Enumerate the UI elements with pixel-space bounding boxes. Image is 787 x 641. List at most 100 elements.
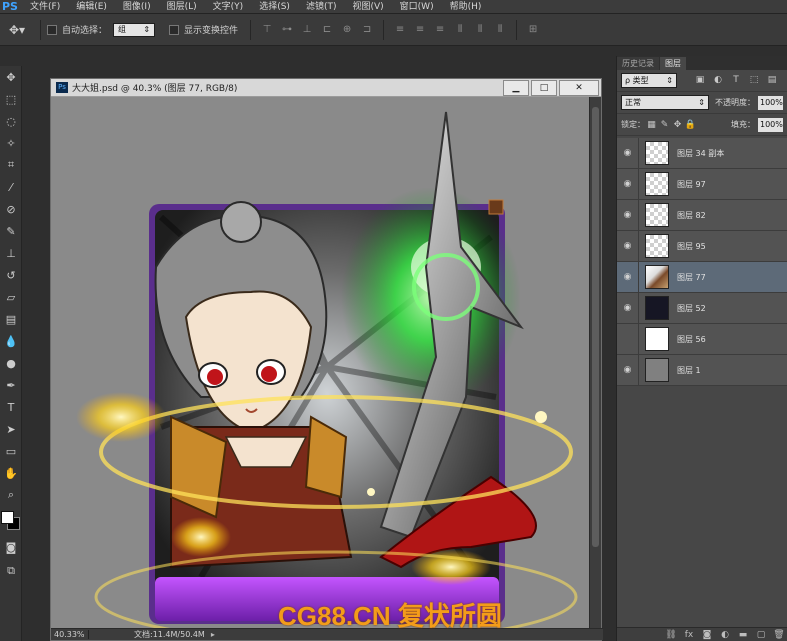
distribute-left-icon[interactable]: ⦀ <box>453 23 467 37</box>
new-group-icon[interactable]: ▬ <box>734 630 752 640</box>
visibility-eye-icon[interactable]: ◉ <box>617 148 638 158</box>
move-tool-preset-icon[interactable]: ✥▾ <box>0 20 34 40</box>
menu-layer[interactable]: 图层(L) <box>159 0 205 14</box>
visibility-eye-icon[interactable]: ◉ <box>617 334 638 344</box>
menu-image[interactable]: 图像(I) <box>115 0 159 14</box>
filter-pixel-icon[interactable]: ▣ <box>693 75 707 87</box>
visibility-eye-icon[interactable]: ◉ <box>617 241 638 251</box>
marquee-tool-icon[interactable]: ⬚ <box>0 88 22 110</box>
zoom-level[interactable]: 40.33% <box>51 630 89 639</box>
layer-row[interactable]: ◉ 图层 97 <box>617 168 787 200</box>
zoom-tool-icon[interactable]: ⌕ <box>0 484 22 506</box>
status-menu-arrow-icon[interactable]: ▸ <box>205 630 215 639</box>
distribute-top-icon[interactable]: ≡ <box>393 23 407 37</box>
document-title-bar[interactable]: Ps 大大姐.psd @ 40.3% (图层 77, RGB/8) ▁ □ ✕ <box>51 79 601 97</box>
screen-mode-icon[interactable]: ⧉ <box>0 560 22 582</box>
vertical-scrollbar[interactable] <box>589 97 601 630</box>
align-vcenter-icon[interactable]: ⊶ <box>280 23 294 37</box>
layer-filter-dropdown[interactable]: ρ 类型 ⇕ <box>621 73 677 88</box>
ps-file-icon: Ps <box>56 82 68 93</box>
visibility-eye-icon[interactable]: ◉ <box>617 210 638 220</box>
hand-tool-icon[interactable]: ✋ <box>0 462 22 484</box>
delete-layer-icon[interactable]: 🗑 <box>770 630 787 640</box>
menu-select[interactable]: 选择(S) <box>251 0 298 14</box>
layer-row[interactable]: ◉ 图层 52 <box>617 292 787 324</box>
layer-style-icon[interactable]: fx <box>680 630 698 640</box>
layer-row[interactable]: ◉ 图层 34 副本 <box>617 137 787 169</box>
align-left-icon[interactable]: ⊏ <box>320 23 334 37</box>
opacity-input[interactable]: 100% <box>758 95 783 110</box>
auto-select-dropdown[interactable]: 组 ⇕ <box>113 22 156 37</box>
history-brush-tool-icon[interactable]: ↺ <box>0 264 22 286</box>
visibility-eye-icon[interactable]: ◉ <box>617 179 638 189</box>
menu-edit[interactable]: 编辑(E) <box>68 0 115 14</box>
path-selection-tool-icon[interactable]: ➤ <box>0 418 22 440</box>
auto-select-checkbox[interactable] <box>47 24 57 35</box>
distribute-vcenter-icon[interactable]: ≡ <box>413 23 427 37</box>
distribute-right-icon[interactable]: ⦀ <box>493 23 507 37</box>
lasso-tool-icon[interactable]: ◌ <box>0 110 22 132</box>
layer-row[interactable]: ◉ 图层 56 <box>617 323 787 355</box>
lock-pixels-icon[interactable]: ✎ <box>658 120 671 130</box>
maximize-button[interactable]: □ <box>531 79 557 96</box>
menu-file[interactable]: 文件(F) <box>22 0 68 14</box>
gradient-tool-icon[interactable]: ▤ <box>0 308 22 330</box>
link-layers-icon[interactable]: ⛓ <box>662 630 680 640</box>
tab-layers[interactable]: 图层 <box>660 57 686 70</box>
filter-shape-icon[interactable]: ⬚ <box>747 75 761 87</box>
menu-type[interactable]: 文字(Y) <box>205 0 252 14</box>
fill-input[interactable]: 100% <box>758 117 783 132</box>
show-transform-checkbox[interactable] <box>169 24 180 35</box>
dodge-tool-icon[interactable]: ● <box>0 352 22 374</box>
visibility-eye-icon[interactable]: ◉ <box>617 365 638 375</box>
add-mask-icon[interactable]: ◙ <box>698 630 716 640</box>
show-transform-label: 显示变换控件 <box>184 26 239 36</box>
brush-tool-icon[interactable]: ✎ <box>0 220 22 242</box>
close-button[interactable]: ✕ <box>559 79 599 96</box>
foreground-color-swatch[interactable] <box>1 511 14 524</box>
filter-adjustment-icon[interactable]: ◐ <box>711 75 725 87</box>
type-tool-icon[interactable]: T <box>0 396 22 418</box>
menu-filter[interactable]: 滤镜(T) <box>298 0 345 14</box>
blur-tool-icon[interactable]: 💧 <box>0 330 22 352</box>
pen-tool-icon[interactable]: ✒ <box>0 374 22 396</box>
auto-align-icon[interactable]: ⊞ <box>526 23 540 37</box>
layer-row-selected[interactable]: ◉ 图层 77 <box>617 261 787 293</box>
canvas[interactable] <box>51 97 589 630</box>
layer-row[interactable]: ◉ 图层 95 <box>617 230 787 262</box>
eyedropper-tool-icon[interactable]: ⁄ <box>0 176 22 198</box>
new-layer-icon[interactable]: ▢ <box>752 630 770 640</box>
distribute-bottom-icon[interactable]: ≡ <box>433 23 447 37</box>
layer-row[interactable]: ◉ 图层 82 <box>617 199 787 231</box>
filter-type-icon[interactable]: T <box>729 75 743 87</box>
blend-mode-dropdown[interactable]: 正常 ⇕ <box>621 95 709 110</box>
healing-brush-tool-icon[interactable]: ⊘ <box>0 198 22 220</box>
crop-tool-icon[interactable]: ⌗ <box>0 154 22 176</box>
layer-thumbnail <box>645 358 669 382</box>
layer-row[interactable]: ◉ 图层 1 <box>617 354 787 386</box>
align-bottom-icon[interactable]: ⊥ <box>300 23 314 37</box>
menu-help[interactable]: 帮助(H) <box>442 0 490 14</box>
align-hcenter-icon[interactable]: ⊕ <box>340 23 354 37</box>
lock-position-icon[interactable]: ✥ <box>671 120 684 130</box>
filter-smart-object-icon[interactable]: ▤ <box>765 75 779 87</box>
adjustment-layer-icon[interactable]: ◐ <box>716 630 734 640</box>
align-right-icon[interactable]: ⊐ <box>360 23 374 37</box>
magic-wand-tool-icon[interactable]: ✧ <box>0 132 22 154</box>
move-tool-icon[interactable]: ✥ <box>0 66 22 88</box>
align-top-icon[interactable]: ⊤ <box>260 23 274 37</box>
clone-stamp-tool-icon[interactable]: ⊥ <box>0 242 22 264</box>
visibility-eye-icon[interactable]: ◉ <box>617 272 638 282</box>
minimize-button[interactable]: ▁ <box>503 79 529 96</box>
eraser-tool-icon[interactable]: ▱ <box>0 286 22 308</box>
menu-window[interactable]: 窗口(W) <box>392 0 442 14</box>
lock-transparent-icon[interactable]: ▦ <box>645 120 658 130</box>
lock-all-icon[interactable]: 🔒 <box>684 120 697 130</box>
tab-history[interactable]: 历史记录 <box>617 57 659 70</box>
quick-mask-icon[interactable]: ◙ <box>0 536 22 558</box>
scrollbar-thumb[interactable] <box>592 107 599 547</box>
shape-tool-icon[interactable]: ▭ <box>0 440 22 462</box>
menu-view[interactable]: 视图(V) <box>344 0 391 14</box>
visibility-eye-icon[interactable]: ◉ <box>617 303 638 313</box>
distribute-hcenter-icon[interactable]: ⦀ <box>473 23 487 37</box>
